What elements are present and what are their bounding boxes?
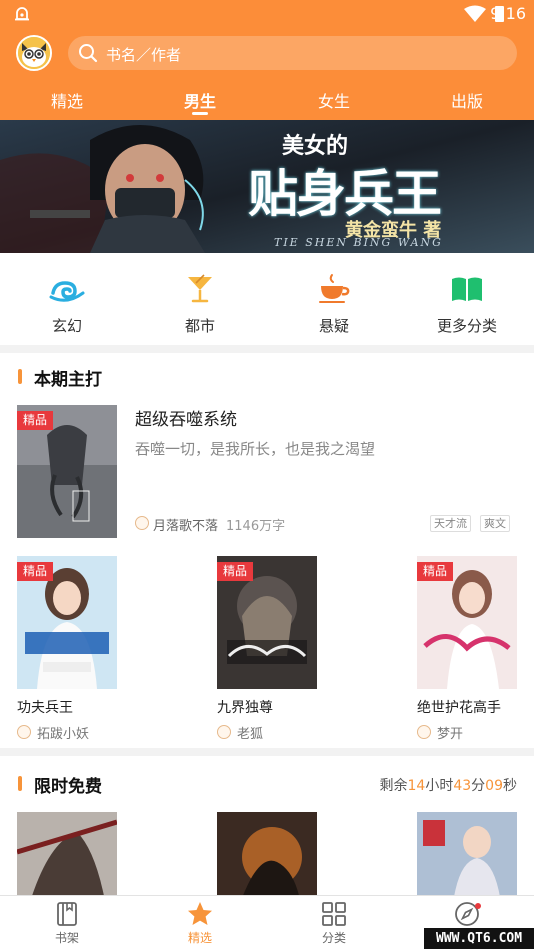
countdown-seconds: 09 — [485, 778, 503, 794]
featured-book-wordcount: 1146万字 — [226, 519, 286, 534]
section-limited-free: 限时免费 剩余14小时43分09秒 — [0, 756, 534, 896]
book-cover: 精品 — [17, 556, 117, 689]
book-tag: 爽文 — [480, 515, 510, 532]
book-card[interactable]: 精品 功夫兵王 拓跋小妖 — [17, 556, 117, 742]
nav-label: 精选 — [187, 931, 212, 945]
book-card[interactable]: 精品 九界独尊 老狐 — [217, 556, 317, 742]
author-icon — [135, 516, 149, 530]
book-author: 老狐 — [237, 727, 264, 742]
author-icon — [217, 725, 231, 739]
countdown-timer: 剩余14小时43分09秒 — [380, 775, 517, 795]
countdown-seconds-unit: 秒 — [503, 778, 517, 794]
countdown-minutes: 43 — [453, 778, 472, 794]
grid-icon — [322, 902, 346, 926]
search-icon — [79, 44, 98, 63]
cocktail-icon — [188, 274, 212, 303]
notification-icon — [15, 7, 29, 21]
countdown-hours: 14 — [407, 778, 426, 794]
status-bar: 9:16 — [0, 0, 534, 28]
nav-bookshelf[interactable]: 书架 — [27, 901, 107, 946]
book-tag: 天才流 — [430, 515, 471, 532]
coffee-cup-icon — [319, 274, 350, 303]
cover-art — [17, 812, 117, 896]
open-book-icon — [452, 277, 482, 301]
featured-book-author: 月落歌不落 — [153, 519, 219, 534]
category-label: 都市 — [184, 317, 215, 335]
book-cover: 精品 — [217, 556, 317, 689]
category-xuanyi[interactable]: 悬疑 — [284, 273, 384, 336]
star-icon — [188, 902, 212, 925]
book-title: 功夫兵王 — [17, 700, 73, 716]
section-title: 本期主打 — [34, 370, 102, 390]
bookshelf-icon — [57, 902, 77, 926]
countdown-prefix: 剩余 — [379, 778, 408, 794]
book-title: 九界独尊 — [217, 700, 273, 716]
wave-cloud-icon — [49, 281, 85, 302]
author-icon — [17, 725, 31, 739]
book-cover: 精品 — [417, 556, 517, 689]
book-title: 绝世护花高手 — [417, 700, 501, 716]
search-placeholder: 书名／作者 — [106, 46, 182, 64]
featured-book-description: 吞噬一切，是我所长，也是我之渴望 — [135, 440, 376, 458]
book-author: 梦开 — [437, 727, 464, 742]
section-marker — [18, 369, 22, 384]
category-more[interactable]: 更多分类 — [417, 273, 517, 336]
category-xuanhuan[interactable]: 玄幻 — [17, 273, 117, 336]
cover-art — [217, 812, 317, 896]
header: 9:16 书名／作者 精选 男生 女生 出版 — [0, 0, 534, 120]
notification-dot — [475, 903, 481, 909]
section-marker — [18, 776, 22, 791]
watermark: WWW.QT6.COM — [424, 928, 534, 949]
category-label: 更多分类 — [436, 317, 497, 335]
nav-featured[interactable]: 精选 — [160, 901, 240, 946]
countdown-hours-unit: 小时 — [425, 778, 454, 794]
nav-label: 书架 — [54, 931, 79, 945]
category-label: 悬疑 — [318, 317, 349, 335]
tab-female[interactable]: 女生 — [294, 88, 374, 112]
book-author: 拓跋小妖 — [37, 727, 90, 742]
category-row: 玄幻 都市 悬疑 更多分类 — [0, 253, 534, 345]
nav-discover[interactable] — [427, 901, 507, 929]
status-time: 9:16 — [490, 4, 526, 23]
quality-badge: 精品 — [417, 562, 454, 581]
quality-badge: 精品 — [217, 562, 254, 581]
free-book-cover[interactable] — [417, 812, 517, 896]
tab-featured[interactable]: 精选 — [27, 88, 107, 112]
free-book-cover[interactable] — [17, 812, 117, 896]
countdown-minutes-unit: 分 — [471, 778, 486, 794]
tab-male[interactable]: 男生 — [160, 88, 240, 112]
search-bar[interactable]: 书名／作者 — [68, 36, 517, 70]
category-dushi[interactable]: 都市 — [150, 273, 250, 336]
nav-category[interactable]: 分类 — [294, 901, 374, 946]
quality-badge: 精品 — [17, 562, 54, 581]
author-icon — [417, 725, 431, 739]
promo-banner[interactable]: 美女的 贴身兵王 黄金蛮牛 著 TIE SHEN BING WANG — [0, 120, 534, 253]
cover-art — [417, 812, 517, 896]
section-title: 限时免费 — [34, 777, 102, 797]
owl-avatar-icon — [18, 37, 50, 69]
quality-badge: 精品 — [17, 411, 54, 430]
nav-label: 分类 — [321, 931, 346, 945]
free-book-cover[interactable] — [217, 812, 317, 896]
banner-pinyin: TIE SHEN BING WANG — [274, 236, 443, 249]
top-tabs: 精选 男生 女生 出版 — [0, 84, 534, 120]
avatar[interactable] — [16, 35, 52, 71]
section-featured: 本期主打 精品 超级吞噬系统 吞噬一切，是我所长，也是我之渴望 月落歌不落 11… — [0, 353, 534, 748]
book-card[interactable]: 精品 绝世护花高手 梦开 — [417, 556, 517, 742]
tab-published[interactable]: 出版 — [427, 88, 507, 112]
category-label: 玄幻 — [51, 317, 82, 335]
featured-book-title[interactable]: 超级吞噬系统 — [135, 405, 237, 430]
featured-book-cover[interactable]: 精品 — [17, 405, 117, 538]
active-tab-indicator — [192, 112, 208, 115]
app-screen: 9:16 书名／作者 精选 男生 女生 出版 美女的 贴身兵王 黄金蛮牛 著 T… — [0, 0, 534, 949]
